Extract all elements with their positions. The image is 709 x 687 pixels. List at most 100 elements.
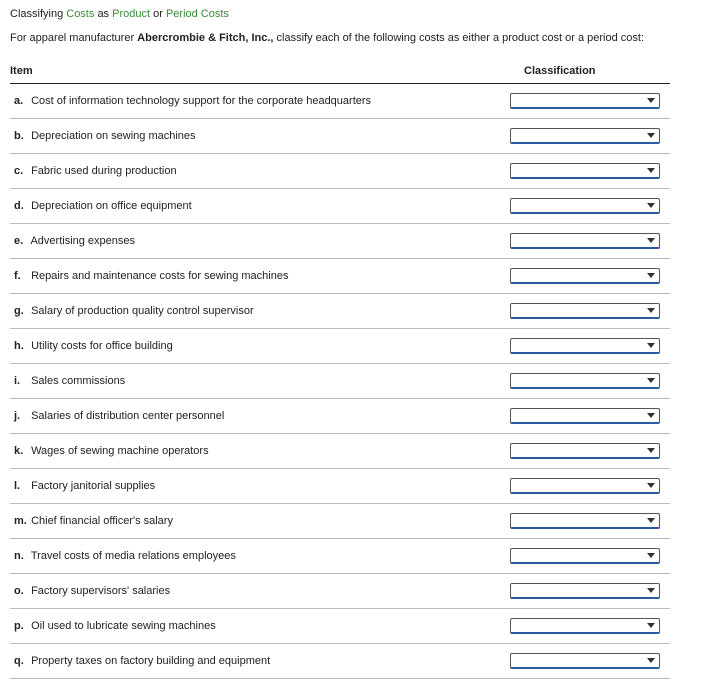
chevron-down-icon — [647, 658, 655, 663]
item-cell: o. Factory supervisors' salaries — [10, 573, 504, 608]
item-cell: l. Factory janitorial supplies — [10, 468, 504, 503]
classification-dropdown[interactable] — [510, 548, 660, 564]
title-word-2: Costs — [66, 8, 94, 20]
classification-dropdown[interactable] — [510, 163, 660, 179]
item-marker: p. — [14, 620, 28, 632]
chevron-down-icon — [647, 238, 655, 243]
item-text: Salaries of distribution center personne… — [31, 410, 224, 422]
item-cell: e. Advertising expenses — [10, 223, 504, 258]
classification-cell — [504, 608, 670, 643]
item-text: Depreciation on office equipment — [31, 200, 192, 212]
item-text: Oil used to lubricate sewing machines — [31, 620, 216, 632]
item-cell: q. Property taxes on factory building an… — [10, 643, 504, 678]
classification-dropdown[interactable] — [510, 128, 660, 144]
classification-dropdown[interactable] — [510, 233, 660, 249]
classification-dropdown[interactable] — [510, 408, 660, 424]
classification-dropdown[interactable] — [510, 618, 660, 634]
chevron-down-icon — [647, 518, 655, 523]
item-marker: d. — [14, 200, 28, 212]
classification-dropdown[interactable] — [510, 303, 660, 319]
table-row: p. Oil used to lubricate sewing machines — [10, 608, 670, 643]
item-marker: l. — [14, 480, 28, 492]
title-word-3: as — [97, 8, 109, 20]
instruction-pre: For apparel manufacturer — [10, 32, 137, 44]
instruction-bold: Abercrombie & Fitch, Inc., — [137, 32, 273, 44]
item-cell: a. Cost of information technology suppor… — [10, 83, 504, 118]
item-marker: i. — [14, 375, 28, 387]
classification-cell — [504, 503, 670, 538]
classification-dropdown[interactable] — [510, 583, 660, 599]
chevron-down-icon — [647, 588, 655, 593]
table-row: l. Factory janitorial supplies — [10, 468, 670, 503]
chevron-down-icon — [647, 203, 655, 208]
item-marker: e. — [14, 235, 28, 247]
table-row: k. Wages of sewing machine operators — [10, 433, 670, 468]
classification-cell — [504, 468, 670, 503]
classification-cell — [504, 573, 670, 608]
title-word-4: Product — [112, 8, 150, 20]
title-word-6: Period Costs — [166, 8, 229, 20]
item-text: Factory janitorial supplies — [31, 480, 155, 492]
chevron-down-icon — [647, 308, 655, 313]
classification-dropdown[interactable] — [510, 338, 660, 354]
chevron-down-icon — [647, 133, 655, 138]
item-cell: c. Fabric used during production — [10, 153, 504, 188]
chevron-down-icon — [647, 343, 655, 348]
item-cell: b. Depreciation on sewing machines — [10, 118, 504, 153]
item-text: Chief financial officer's salary — [31, 515, 173, 527]
item-cell: i. Sales commissions — [10, 363, 504, 398]
item-cell: h. Utility costs for office building — [10, 328, 504, 363]
header-classification: Classification — [504, 61, 670, 84]
item-text: Factory supervisors' salaries — [31, 585, 170, 597]
table-row: e. Advertising expenses — [10, 223, 670, 258]
item-marker: c. — [14, 165, 28, 177]
instruction-post: classify each of the following costs as … — [273, 32, 644, 44]
classification-cell — [504, 398, 670, 433]
classification-dropdown[interactable] — [510, 373, 660, 389]
table-row: h. Utility costs for office building — [10, 328, 670, 363]
item-marker: m. — [14, 515, 28, 527]
classification-cell — [504, 118, 670, 153]
classification-dropdown[interactable] — [510, 653, 660, 669]
classification-cell — [504, 83, 670, 118]
item-cell: g. Salary of production quality control … — [10, 293, 504, 328]
table-row: d. Depreciation on office equipment — [10, 188, 670, 223]
classification-dropdown[interactable] — [510, 513, 660, 529]
item-marker: q. — [14, 655, 28, 667]
classification-cell — [504, 223, 670, 258]
header-item: Item — [10, 61, 504, 84]
title-word-1: Classifying — [10, 8, 63, 20]
classification-dropdown[interactable] — [510, 478, 660, 494]
item-marker: h. — [14, 340, 28, 352]
item-text: Fabric used during production — [31, 165, 177, 177]
chevron-down-icon — [647, 553, 655, 558]
item-cell: j. Salaries of distribution center perso… — [10, 398, 504, 433]
item-text: Utility costs for office building — [31, 340, 173, 352]
item-cell: f. Repairs and maintenance costs for sew… — [10, 258, 504, 293]
item-marker: f. — [14, 270, 28, 282]
item-cell: k. Wages of sewing machine operators — [10, 433, 504, 468]
item-cell: m. Chief financial officer's salary — [10, 503, 504, 538]
classification-dropdown[interactable] — [510, 443, 660, 459]
classification-cell — [504, 643, 670, 678]
table-row: m. Chief financial officer's salary — [10, 503, 670, 538]
classification-table: Item Classification a. Cost of informati… — [10, 61, 670, 679]
item-text: Advertising expenses — [30, 235, 135, 247]
chevron-down-icon — [647, 168, 655, 173]
table-row: i. Sales commissions — [10, 363, 670, 398]
classification-cell — [504, 258, 670, 293]
instruction-text: For apparel manufacturer Abercrombie & F… — [10, 30, 699, 47]
item-text: Sales commissions — [31, 375, 125, 387]
classification-dropdown[interactable] — [510, 93, 660, 109]
item-marker: j. — [14, 410, 28, 422]
table-row: b. Depreciation on sewing machines — [10, 118, 670, 153]
table-row: c. Fabric used during production — [10, 153, 670, 188]
item-marker: k. — [14, 445, 28, 457]
item-marker: b. — [14, 130, 28, 142]
classification-dropdown[interactable] — [510, 198, 660, 214]
table-row: o. Factory supervisors' salaries — [10, 573, 670, 608]
item-cell: n. Travel costs of media relations emplo… — [10, 538, 504, 573]
chevron-down-icon — [647, 413, 655, 418]
classification-dropdown[interactable] — [510, 268, 660, 284]
item-marker: n. — [14, 550, 28, 562]
